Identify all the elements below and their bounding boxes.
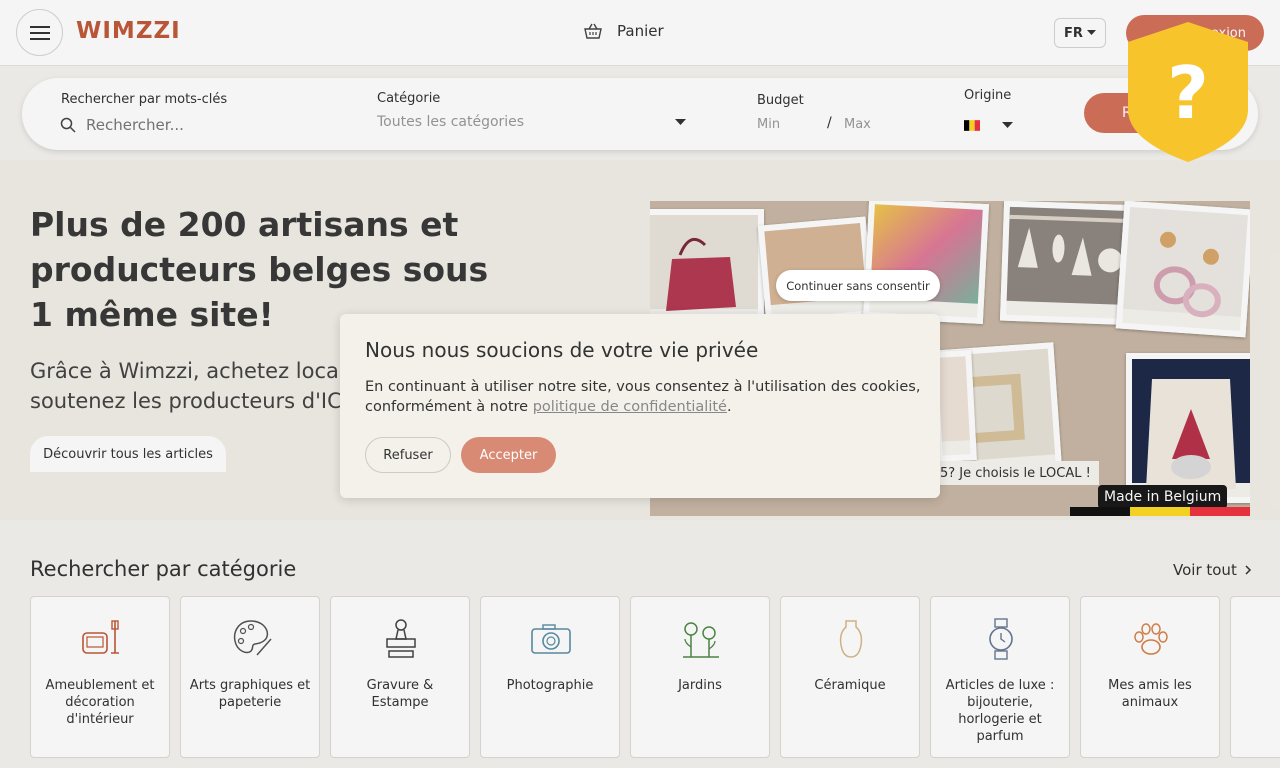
consent-title: Nous nous soucions de votre vie privée xyxy=(365,338,759,362)
privacy-policy-link[interactable]: politique de confidentialité xyxy=(533,399,727,415)
accept-button[interactable]: Accepter xyxy=(461,437,556,473)
refuse-button[interactable]: Refuser xyxy=(365,437,451,473)
consent-text: En continuant à utiliser notre site, vou… xyxy=(365,377,925,417)
continue-without-consent-button[interactable]: Continuer sans consentir xyxy=(776,270,940,301)
shield-question-icon[interactable]: ? xyxy=(1126,20,1250,164)
consent-text-end: . xyxy=(726,399,732,415)
shield-question-mark: ? xyxy=(1167,51,1209,135)
cookie-consent-dialog: Nous nous soucions de votre vie privée E… xyxy=(340,314,940,498)
